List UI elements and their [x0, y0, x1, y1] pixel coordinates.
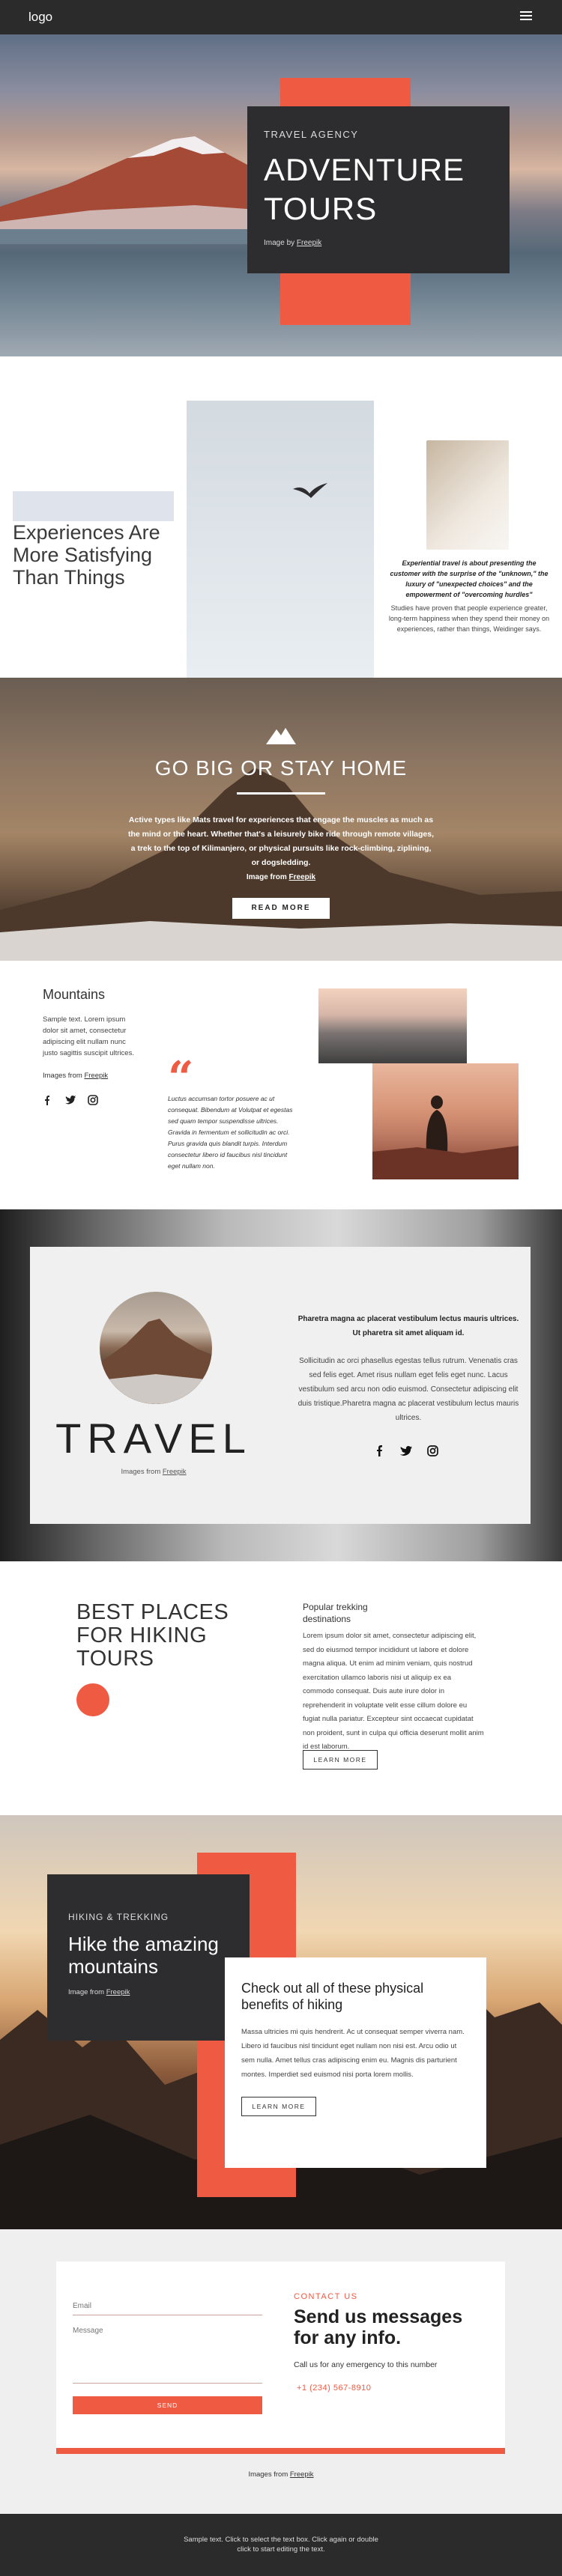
experiences-quote: Experiential travel is about presenting …: [390, 559, 549, 598]
road-landscape-image: [318, 988, 467, 1063]
message-field[interactable]: [73, 2327, 262, 2384]
hike-card-text: Massa ultricies mi quis hendrerit. Ac ut…: [241, 2028, 465, 2079]
gobig-credit-link[interactable]: Freepik: [289, 873, 316, 881]
send-button[interactable]: SEND: [73, 2396, 262, 2414]
accent-stripe: [56, 2448, 505, 2454]
mountains-quote-text: Luctus accumsan tortor posuere ac ut con…: [168, 1095, 293, 1170]
hike-card-title: Check out all of these physical benefits…: [241, 1981, 424, 2012]
hike-credit-link[interactable]: Freepik: [106, 1988, 130, 1996]
travel-credit-prefix: Images from: [121, 1468, 163, 1476]
phone-number[interactable]: +1 (234) 567-8910: [297, 2384, 371, 2393]
best-places-title: BEST PLACES FOR HIKING TOURS: [76, 1600, 229, 1671]
contact-eyebrow: CONTACT US: [294, 2292, 358, 2301]
contact-title: Send us messages for any info.: [294, 2306, 463, 2348]
hero-credit-prefix: Image by: [264, 239, 297, 247]
site-header: [0, 0, 562, 34]
twitter-icon[interactable]: [65, 1096, 76, 1105]
site-logo[interactable]: logo: [28, 10, 52, 25]
mountains-text: Sample text. Lorem ipsum dolor sit amet,…: [43, 1015, 134, 1057]
hike-title-box: HIKING & TREKKING Hike the amazing mount…: [47, 1874, 250, 2041]
hike-title: Hike the amazing mountains: [68, 1933, 219, 1978]
title-background-band: [13, 491, 174, 521]
experiences-text: Studies have proven that people experien…: [388, 604, 550, 633]
hiker-sunset-image: [372, 1063, 519, 1179]
hike-eyebrow: HIKING & TREKKING: [68, 1912, 169, 1922]
hero-credit: Image by Freepik: [264, 239, 493, 247]
footer-line2: click to start editing the text.: [237, 2545, 325, 2554]
gobig-credit: Image from Freepik: [0, 873, 562, 881]
footer-line1: Sample text. Click to select the text bo…: [184, 2536, 378, 2544]
travel-word: TRAVEL: [55, 1415, 252, 1462]
divider: [237, 792, 325, 795]
instagram-icon[interactable]: [427, 1445, 438, 1456]
learn-more-button[interactable]: LEARN MORE: [241, 2097, 316, 2116]
hero-title: ADVENTURE TOURS: [264, 151, 493, 228]
hero-credit-link[interactable]: Freepik: [297, 239, 321, 247]
learn-more-button[interactable]: LEARN MORE: [303, 1750, 378, 1770]
hero-title-line1: ADVENTURE: [264, 152, 465, 187]
email-field[interactable]: [73, 2297, 262, 2315]
contact-call-text: Call us for any emergency to this number: [294, 2360, 438, 2369]
travel-bold-text: Pharetra magna ac placerat vestibulum le…: [297, 1315, 519, 1337]
facebook-icon[interactable]: [45, 1096, 49, 1105]
mountains-credit: Images from Freepik: [43, 1072, 108, 1080]
read-more-button[interactable]: READ MORE: [232, 898, 330, 919]
footer-text: Sample text. Click to select the text bo…: [0, 2535, 562, 2554]
social-icons: [375, 1445, 450, 1460]
contact-credit: Images from Freepik: [0, 2470, 562, 2479]
mountains-credit-link[interactable]: Freepik: [84, 1072, 108, 1080]
hero-title-line2: TOURS: [264, 191, 378, 226]
bird-icon: [293, 483, 327, 498]
gobig-title: GO BIG OR STAY HOME: [154, 756, 408, 780]
travel-credit-link[interactable]: Freepik: [163, 1468, 187, 1476]
mountain-logo-icon: [266, 728, 296, 744]
twitter-icon[interactable]: [400, 1446, 412, 1456]
mountain-circle-image: [100, 1292, 212, 1404]
best-places-text: Lorem ipsum dolor sit amet, consectetur …: [303, 1632, 484, 1751]
travel-credit: Images from Freepik: [30, 1468, 277, 1476]
beach-walk-image: [426, 440, 509, 550]
experiences-title: Experiences Are More Satisfying Than Thi…: [13, 521, 160, 589]
sky-image: [187, 401, 374, 678]
hike-credit-prefix: Image from: [68, 1988, 106, 1996]
best-places-subtitle: Popular trekking destinations: [303, 1602, 368, 1624]
hike-info-card: Check out all of these physical benefits…: [225, 1957, 486, 2168]
contact-credit-link[interactable]: Freepik: [290, 2470, 314, 2479]
instagram-icon[interactable]: [88, 1095, 98, 1105]
facebook-icon[interactable]: [377, 1445, 382, 1456]
social-icons: [43, 1095, 125, 1109]
hamburger-icon[interactable]: [520, 11, 532, 22]
gobig-credit-prefix: Image from: [246, 873, 289, 881]
hero-eyebrow: TRAVEL AGENCY: [264, 129, 359, 140]
hero-title-box: TRAVEL AGENCY ADVENTURE TOURS Image by F…: [247, 106, 510, 273]
mountains-title: Mountains: [43, 987, 106, 1002]
mountains-credit-prefix: Images from: [43, 1072, 85, 1080]
accent-circle: [76, 1683, 109, 1716]
gobig-text: Active types like Mats travel for experi…: [127, 815, 434, 867]
hike-credit: Image from Freepik: [68, 1988, 229, 1996]
travel-text: Sollicitudin ac orci phasellus egestas t…: [297, 1357, 519, 1422]
contact-credit-prefix: Images from: [248, 2470, 290, 2479]
